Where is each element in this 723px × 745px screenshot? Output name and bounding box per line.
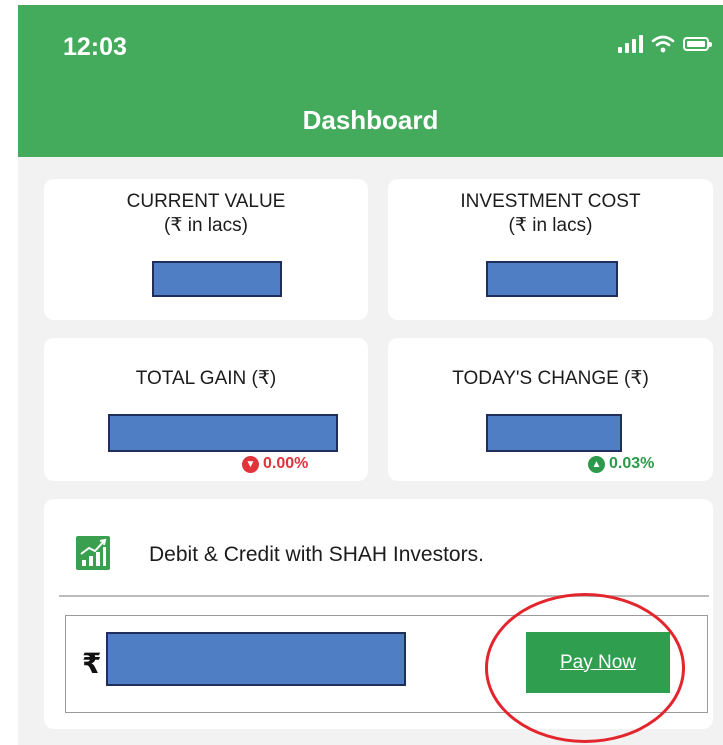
highlight-annotation xyxy=(485,593,685,743)
todays-change-label: TODAY'S CHANGE (₹) xyxy=(452,368,649,389)
todays-change-badge: ▲ 0.03% xyxy=(588,455,654,473)
current-value-masked xyxy=(152,261,282,297)
todays-change-masked xyxy=(486,414,622,452)
status-time: 12:03 xyxy=(63,33,127,61)
total-gain-change: ▼ 0.00% xyxy=(242,455,308,473)
rupee-symbol: ₹ xyxy=(82,648,102,679)
battery-icon xyxy=(683,37,712,51)
current-value-label: CURRENT VALUE xyxy=(126,191,286,212)
growth-chart-icon xyxy=(76,536,110,570)
phone-screen: 12:03 Dashboard CURRENT VALUE (₹ in lacs… xyxy=(18,5,723,745)
page-title: Dashboard xyxy=(302,105,439,135)
signal-icon xyxy=(618,35,643,53)
total-gain-label: TOTAL GAIN (₹) xyxy=(135,368,277,389)
chevron-up-icon: ▲ xyxy=(588,455,605,473)
todays-change-card[interactable]: TODAY'S CHANGE (₹) ▲ 0.03% xyxy=(388,338,713,481)
current-value-unit: (₹ in lacs) xyxy=(164,215,248,236)
investment-cost-unit: (₹ in lacs) xyxy=(508,215,593,236)
investment-cost-label: INVESTMENT COST xyxy=(460,191,641,212)
total-gain-card[interactable]: TOTAL GAIN (₹) ▼ 0.00% xyxy=(44,338,368,481)
wifi-icon xyxy=(651,35,675,53)
promo-text: Debit & Credit with SHAH Investors. xyxy=(149,543,484,566)
total-gain-change-value: 0.00% xyxy=(263,455,309,472)
todays-change-value: 0.03% xyxy=(609,455,655,472)
investment-cost-masked xyxy=(486,261,618,297)
app-header: 12:03 Dashboard xyxy=(18,5,723,157)
current-value-card[interactable]: CURRENT VALUE (₹ in lacs) xyxy=(44,179,368,320)
total-gain-masked xyxy=(108,414,338,452)
chevron-down-icon: ▼ xyxy=(242,455,259,473)
status-icons xyxy=(618,35,712,53)
investment-cost-card[interactable]: INVESTMENT COST (₹ in lacs) xyxy=(388,179,713,320)
payment-amount-input[interactable] xyxy=(106,632,406,686)
